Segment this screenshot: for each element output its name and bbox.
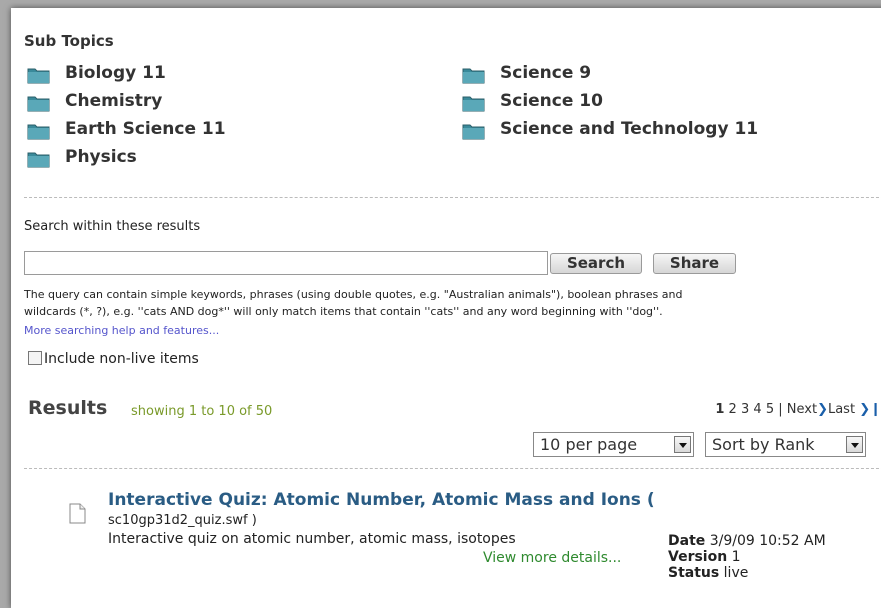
status-label: Status bbox=[668, 565, 720, 581]
folder-icon bbox=[27, 124, 50, 140]
sort-select[interactable]: Sort by Rank bbox=[705, 432, 866, 457]
per-page-select[interactable]: 10 per page bbox=[533, 432, 694, 457]
result-status: Status live bbox=[668, 565, 748, 581]
folder-icon bbox=[462, 96, 485, 112]
result-description: Interactive quiz on atomic number, atomi… bbox=[108, 531, 516, 547]
divider bbox=[24, 468, 881, 469]
page-current: 1 bbox=[715, 402, 725, 417]
chevron-down-icon[interactable] bbox=[846, 436, 863, 453]
result-filename: sc10gp31d2_quiz.swf ) bbox=[108, 513, 257, 528]
subtopics-heading: Sub Topics bbox=[24, 32, 114, 50]
document-icon bbox=[69, 503, 86, 524]
version-label: Version bbox=[668, 549, 728, 565]
results-count: showing 1 to 10 of 50 bbox=[131, 404, 273, 419]
pager-separator: | bbox=[778, 402, 783, 417]
next-arrow-icon[interactable]: ❯ bbox=[817, 402, 828, 417]
subtopic-label: Chemistry bbox=[65, 91, 163, 111]
view-more-details-link[interactable]: View more details... bbox=[483, 550, 621, 566]
version-value: 1 bbox=[731, 549, 741, 565]
search-input[interactable] bbox=[24, 251, 548, 275]
search-button[interactable]: Search bbox=[550, 253, 642, 274]
subtopic-label: Science and Technology 11 bbox=[500, 119, 759, 139]
date-label: Date bbox=[668, 533, 706, 549]
search-label: Search within these results bbox=[24, 219, 201, 234]
include-non-live-label: Include non-live items bbox=[44, 351, 199, 367]
folder-icon bbox=[27, 152, 50, 168]
include-non-live-checkbox[interactable] bbox=[28, 351, 42, 365]
result-title-link[interactable]: Interactive Quiz: Atomic Number, Atomic … bbox=[108, 490, 655, 510]
result-date: Date 3/9/09 10:52 AM bbox=[668, 533, 826, 549]
chevron-down-icon[interactable] bbox=[674, 436, 691, 453]
sort-value: Sort by Rank bbox=[712, 435, 815, 454]
status-value: live bbox=[723, 565, 749, 581]
per-page-value: 10 per page bbox=[540, 435, 638, 454]
share-button[interactable]: Share bbox=[653, 253, 736, 274]
more-search-help-link[interactable]: More searching help and features... bbox=[24, 324, 219, 337]
folder-icon bbox=[27, 96, 50, 112]
pagination: 1 2 3 4 5 | Next❯Last ❯❙ bbox=[715, 402, 881, 417]
page-link-5[interactable]: 5 bbox=[766, 402, 774, 417]
folder-icon bbox=[462, 68, 485, 84]
page-link-3[interactable]: 3 bbox=[741, 402, 749, 417]
result-version: Version 1 bbox=[668, 549, 741, 565]
content-panel: Sub Topics Biology 11 Chemistry Earth Sc… bbox=[11, 8, 881, 608]
next-link[interactable]: Next bbox=[787, 402, 817, 417]
search-help-text: The query can contain simple keywords, p… bbox=[24, 288, 683, 301]
divider bbox=[24, 197, 881, 198]
results-title: Results bbox=[28, 397, 108, 419]
last-link[interactable]: Last bbox=[828, 402, 855, 417]
subtopic-label: Physics bbox=[65, 147, 137, 167]
subtopic-label: Earth Science 11 bbox=[65, 119, 226, 139]
subtopic-label: Science 10 bbox=[500, 91, 603, 111]
folder-icon bbox=[27, 68, 50, 84]
page-link-4[interactable]: 4 bbox=[753, 402, 761, 417]
subtopic-label: Science 9 bbox=[500, 63, 592, 83]
folder-icon bbox=[462, 124, 485, 140]
search-help-text: wildcards (*, ?), e.g. ''cats AND dog*''… bbox=[24, 305, 663, 318]
page-link-2[interactable]: 2 bbox=[729, 402, 737, 417]
last-arrow-icon[interactable]: ❯❙ bbox=[859, 402, 881, 417]
date-value: 3/9/09 10:52 AM bbox=[709, 533, 826, 549]
subtopic-label: Biology 11 bbox=[65, 63, 166, 83]
